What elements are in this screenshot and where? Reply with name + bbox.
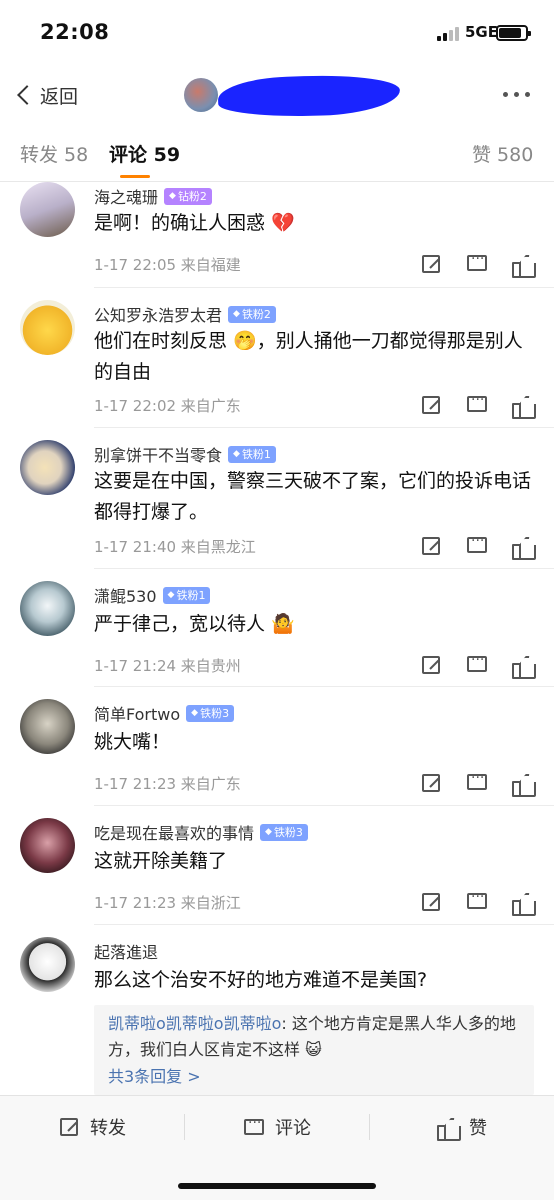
comment-meta: 1-17 21:24 来自贵州 <box>94 657 241 675</box>
like-label: 赞 <box>469 1118 487 1139</box>
like-icon[interactable] <box>512 394 534 419</box>
like-icon <box>437 1116 459 1141</box>
share-icon[interactable] <box>422 656 440 674</box>
redacted-title <box>217 72 401 120</box>
comment-meta: 1-17 22:02 来自广东 <box>94 397 241 415</box>
share-icon[interactable] <box>422 774 440 792</box>
status-time: 22:08 <box>40 20 110 44</box>
fan-badge: ◆ 钻粉2 <box>164 187 212 205</box>
avatar[interactable] <box>20 440 75 495</box>
comment-icon[interactable] <box>467 652 487 672</box>
reply-username[interactable]: 凯蒂啦o凯蒂啦o凯蒂啦o <box>108 1014 281 1033</box>
active-tab-indicator <box>120 175 150 178</box>
comment-item: 吃是现在最喜欢的事情 ◆ 铁粉3 这就开除美籍了 1-17 21:23 来自浙江 <box>0 806 554 925</box>
back-button[interactable]: 返回 <box>14 80 78 110</box>
comment-username[interactable]: 海之魂珊 <box>94 184 158 208</box>
avatar[interactable] <box>20 818 75 873</box>
avatar[interactable] <box>20 581 75 636</box>
author-avatar[interactable] <box>184 78 218 112</box>
comment-meta: 1-17 22:05 来自福建 <box>94 256 241 274</box>
comment-icon <box>244 1115 264 1135</box>
comment-text: 姚大嘴！ <box>94 731 171 753</box>
tab-forward[interactable]: 转发 58 <box>20 140 88 167</box>
comment-item: 公知罗永浩罗太君 ◆ 铁粉2 他们在时刻反思 🤭，别人捅他一刀都觉得那是别人的自由… <box>0 288 554 428</box>
tab-likes[interactable]: 赞 580 <box>472 140 533 167</box>
comment-item: 起落進退 那么这个治安不好的地方难道不是美国? 凯蒂啦o凯蒂啦o凯蒂啦o: 这个… <box>0 925 554 1095</box>
comment-meta: 1-17 21:23 来自浙江 <box>94 894 241 912</box>
comment-username[interactable]: 起落進退 <box>94 939 158 963</box>
avatar[interactable] <box>20 699 75 754</box>
share-icon[interactable] <box>422 396 440 414</box>
signal-icon <box>437 26 463 41</box>
tab-comments[interactable]: 评论 59 <box>109 140 180 167</box>
tab-bar: 转发 58 评论 59 赞 580 <box>0 124 554 182</box>
comment-icon[interactable] <box>467 392 487 412</box>
comment-meta: 1-17 21:40 来自黑龙江 <box>94 538 256 556</box>
comment-username[interactable]: 别拿饼干不当零食 <box>94 442 222 466</box>
forward-button[interactable]: 转发 <box>58 1114 126 1140</box>
comment-icon[interactable] <box>467 770 487 790</box>
forward-label: 转发 <box>90 1118 126 1139</box>
comment-text: 那么这个治安不好的地方难道不是美国? <box>94 969 428 991</box>
share-icon[interactable] <box>422 537 440 555</box>
nav-bar: 返回 <box>0 66 554 124</box>
comment-label: 评论 <box>275 1118 311 1139</box>
share-icon[interactable] <box>422 893 440 911</box>
avatar[interactable] <box>20 182 75 237</box>
like-button[interactable]: 赞 <box>437 1114 487 1141</box>
comment-icon[interactable] <box>467 533 487 553</box>
avatar[interactable] <box>20 937 75 992</box>
like-icon[interactable] <box>512 654 534 679</box>
comment-item: 潇鲲530 ◆ 铁粉1 严于律己，宽以待人 🤷 1-17 21:24 来自贵州 <box>0 569 554 687</box>
comment-text: 是啊！的确让人困惑 💔 <box>94 212 295 234</box>
reply-content: 凯蒂啦o凯蒂啦o凯蒂啦o: 这个地方肯定是黑人华人多的地方，我们白人区肯定不这样… <box>108 1011 520 1063</box>
network-type: 5GE <box>465 23 498 41</box>
like-icon[interactable] <box>512 772 534 797</box>
comment-item: 海之魂珊 ◆ 钻粉2 是啊！的确让人困惑 💔 1-17 22:05 来自福建 <box>0 182 554 288</box>
comment-icon[interactable] <box>467 889 487 909</box>
battery-icon <box>496 25 531 41</box>
share-icon[interactable] <box>422 255 440 273</box>
comment-icon[interactable] <box>467 251 487 271</box>
status-bar: 22:08 5GE <box>0 0 554 66</box>
home-indicator[interactable] <box>178 1183 376 1189</box>
fan-badge: ◆ 铁粉3 <box>186 704 235 722</box>
more-replies-link[interactable]: 共3条回复 > <box>108 1063 520 1091</box>
comment-text: 这就开除美籍了 <box>94 850 228 872</box>
comment-text: 他们在时刻反思 🤭，别人捅他一刀都觉得那是别人的自由 <box>94 330 523 383</box>
comment-item: 别拿饼干不当零食 ◆ 铁粉1 这要是在中国，警察三天破不了案，它们的投诉电话都得打… <box>0 428 554 569</box>
fan-badge: ◆ 铁粉3 <box>260 823 308 841</box>
comment-username[interactable]: 吃是现在最喜欢的事情 <box>94 820 254 844</box>
avatar[interactable] <box>20 300 75 355</box>
more-button[interactable] <box>503 92 530 97</box>
like-icon[interactable] <box>512 891 534 916</box>
fan-badge: ◆ 铁粉1 <box>162 586 211 604</box>
reply-box[interactable]: 凯蒂啦o凯蒂啦o凯蒂啦o: 这个地方肯定是黑人华人多的地方，我们白人区肯定不这样… <box>94 1005 534 1095</box>
comment-button[interactable]: 评论 <box>243 1114 311 1140</box>
comment-meta: 1-17 21:23 来自广东 <box>94 775 241 793</box>
fan-badge: ◆ 铁粉2 <box>228 305 276 323</box>
back-label: 返回 <box>40 85 79 108</box>
comment-text: 严于律己，宽以待人 🤷 <box>94 613 295 635</box>
comment-username[interactable]: 潇鲲530 <box>94 583 157 607</box>
comment-item: 简单Fortwo ◆ 铁粉3 姚大嘴！ 1-17 21:23 来自广东 <box>0 687 554 806</box>
like-icon[interactable] <box>512 535 534 560</box>
like-icon[interactable] <box>512 253 534 278</box>
fan-badge: ◆ 铁粉1 <box>228 445 276 463</box>
chevron-left-icon <box>17 85 37 105</box>
comment-username[interactable]: 公知罗永浩罗太君 <box>94 302 222 326</box>
comment-text: 这要是在中国，警察三天破不了案，它们的投诉电话都得打爆了。 <box>94 470 532 523</box>
share-icon <box>60 1118 78 1136</box>
comment-username[interactable]: 简单Fortwo <box>94 701 180 725</box>
